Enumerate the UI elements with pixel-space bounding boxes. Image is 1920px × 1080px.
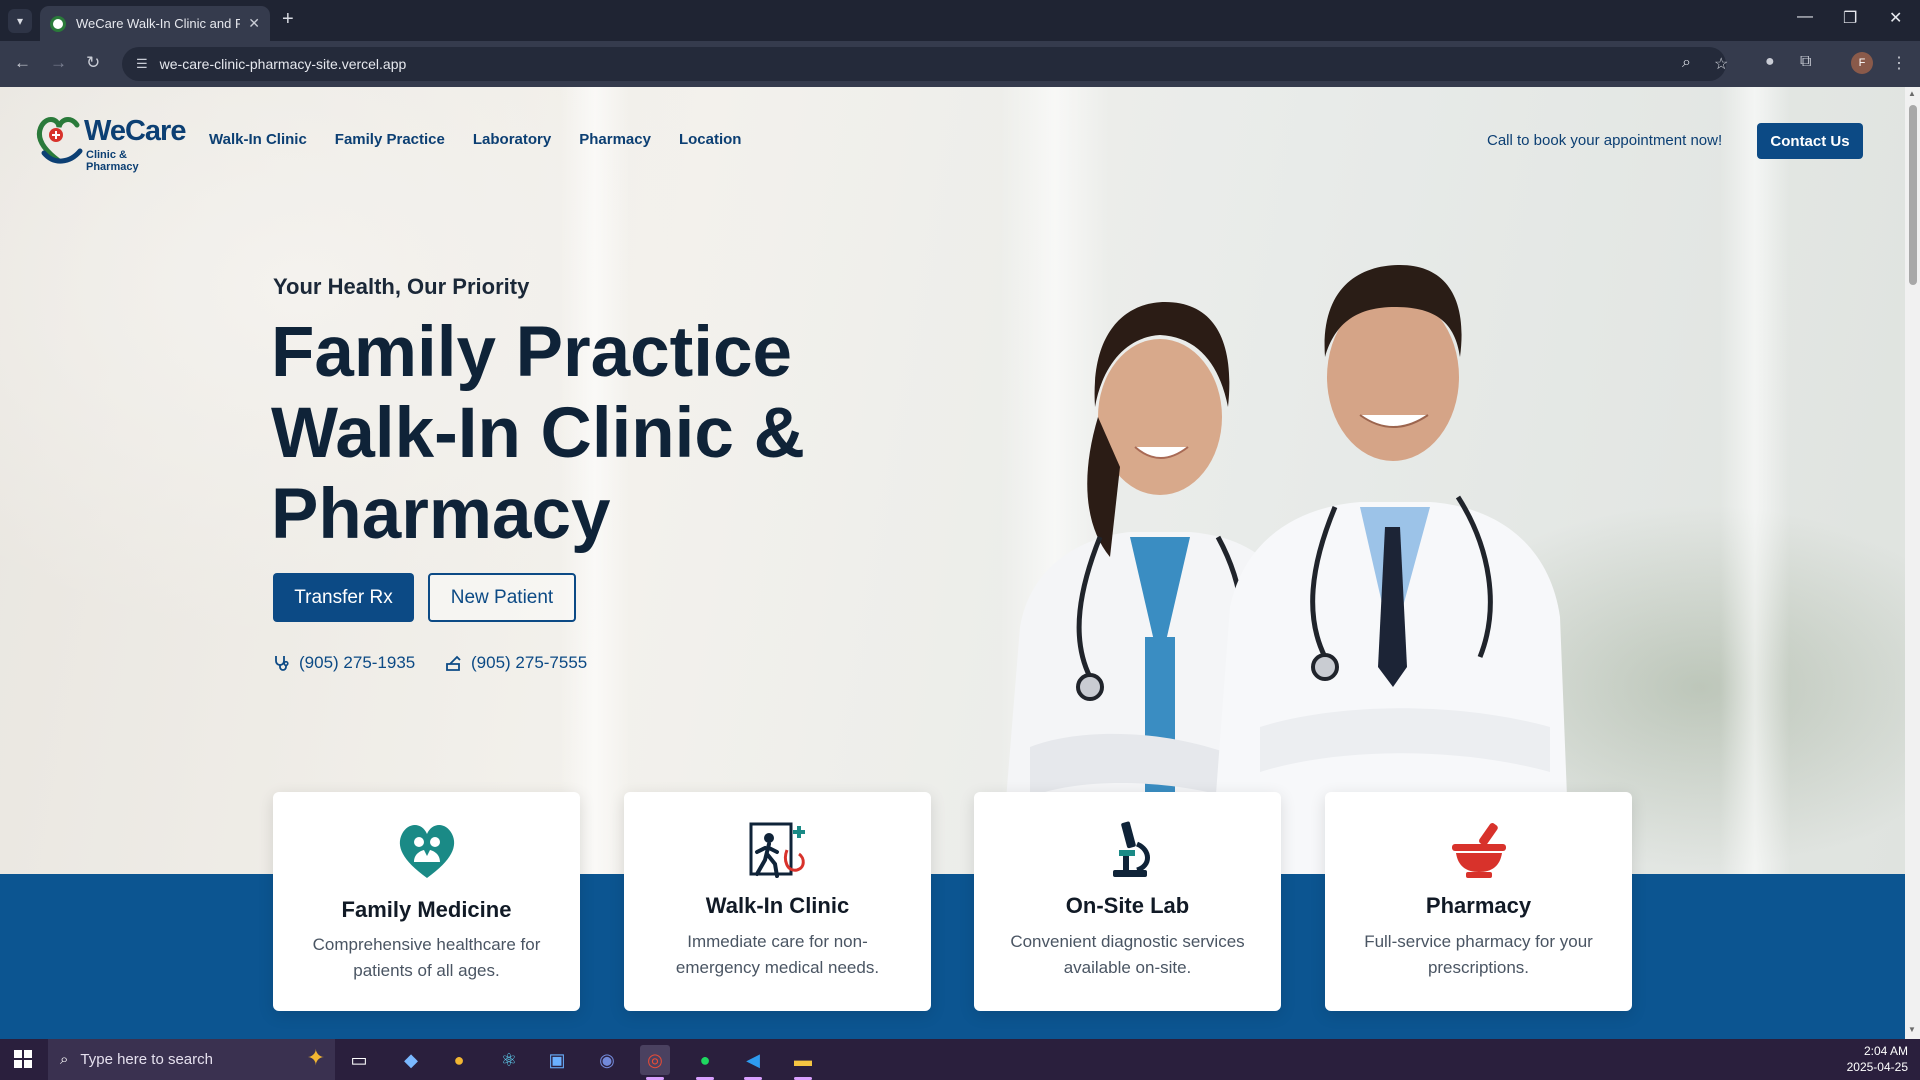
card-title: Walk-In Clinic [705,893,850,918]
restore-icon[interactable]: ❐ [1843,8,1857,28]
search-placeholder: Type here to search [80,1051,213,1068]
headline-line-3: Pharmacy [271,475,611,554]
favicon-icon [50,15,66,32]
card-description: Full-service pharmacy for your prescript… [1364,932,1593,977]
close-window-icon[interactable]: ✕ [1889,8,1902,28]
url-text: we-care-clinic-pharmacy-site.vercel.app [159,56,407,72]
taskbar-search-input[interactable]: ⌕ Type here to search ✦ [48,1039,335,1080]
omnibox[interactable]: ☰ we-care-clinic-pharmacy-site.vercel.ap… [122,47,1728,81]
windows-start-icon[interactable] [14,1050,32,1068]
tab-search-button[interactable]: ▾ [8,9,32,33]
minimize-icon[interactable]: — [1797,8,1813,26]
headline-line-1: Family Practice [271,313,792,392]
logo-tagline: Clinic & Pharmacy [86,149,139,173]
hero-eyebrow: Your Health, Our Priority [273,274,530,299]
search-icon: ⌕ [60,1051,69,1068]
task-view-icon[interactable]: ▭ [344,1045,374,1075]
microscope-icon [1113,821,1150,877]
phone-number: (905) 275-1935 [299,653,416,672]
card-description: Convenient diagnostic services available… [1010,932,1245,977]
vscode-icon[interactable]: ◀ [738,1045,768,1080]
site-info-icon[interactable]: ☰ [136,56,148,72]
booking-callout: Call to book your appointment now! [1487,132,1723,149]
nav-pharmacy[interactable]: Pharmacy [579,131,651,148]
phone-stethoscope-icon [275,656,289,671]
fax-contact[interactable]: (905) 275-7555 [445,653,587,673]
logo-heart-icon [36,117,83,164]
doctors-photo [1000,265,1570,874]
menu-kebab-icon[interactable]: ⋮ [1891,53,1907,73]
site-logo[interactable]: WeCare Clinic & Pharmacy [34,109,186,173]
extensions-puzzle-icon[interactable]: ⧉ [1800,53,1811,71]
page-viewport: WeCare Clinic & Pharmacy Walk-In Clinic … [0,87,1905,1039]
card-description: Immediate care for non-emergency medical… [675,932,880,977]
browser-tab-strip: ▾ WeCare Walk-In Clinic and Pharmacy ✕ +… [0,0,1920,41]
card-title: Family Medicine [341,897,512,922]
back-icon[interactable]: ← [14,53,31,73]
card-description: Comprehensive healthcare for patients of… [312,935,541,980]
phone-contact[interactable]: (905) 275-1935 [273,653,415,673]
transfer-rx-button[interactable]: Transfer Rx [273,573,414,622]
main-nav: Walk-In Clinic Family Practice Laborator… [209,131,741,148]
forward-icon[interactable]: → [50,53,67,73]
service-card-pharmacy[interactable]: Pharmacy Full-service pharmacy for your … [1325,792,1632,1011]
scroll-thumb[interactable] [1909,105,1917,285]
scroll-down-icon[interactable]: ▼ [1908,1025,1916,1034]
new-patient-button[interactable]: New Patient [428,573,576,622]
nav-location[interactable]: Location [679,131,742,148]
clock-date: 2025-04-25 [1846,1060,1908,1074]
contact-us-button[interactable]: Contact Us [1757,123,1863,159]
file-explorer-icon[interactable]: ▬ [788,1045,818,1080]
store-icon[interactable]: ▣ [542,1045,572,1075]
card-title: On-Site Lab [1065,893,1190,918]
card-title: Pharmacy [1425,893,1532,918]
nav-family-practice[interactable]: Family Practice [335,131,445,148]
discord-icon[interactable]: ◉ [592,1045,622,1075]
bookmark-star-icon[interactable]: ☆ [1714,54,1728,74]
reload-icon[interactable]: ↻ [86,53,100,73]
system-clock[interactable]: 2:04 AM 2025-04-25 [1847,1043,1908,1075]
spotify-icon[interactable]: ● [690,1045,720,1080]
app-duck-icon[interactable]: ● [444,1045,474,1075]
new-tab-button[interactable]: + [282,8,294,31]
walk-in-icon [749,822,805,878]
profile-avatar[interactable]: F [1851,52,1873,74]
nav-laboratory[interactable]: Laboratory [473,131,551,148]
extension-icon[interactable]: ● [1765,53,1775,71]
nav-walk-in-clinic[interactable]: Walk-In Clinic [209,131,307,148]
tab-title: WeCare Walk-In Clinic and Pharmacy [76,16,241,31]
tab-close-icon[interactable]: ✕ [248,15,260,32]
logo-name: WeCare [84,115,186,147]
headline-line-2: Walk-In Clinic & [271,394,805,473]
clock-time: 2:04 AM [1863,1044,1908,1058]
hero-headline: Family Practice Walk-In Clinic & Pharmac… [271,312,871,555]
mortar-pestle-icon [1452,823,1506,878]
browser-tab[interactable]: WeCare Walk-In Clinic and Pharmacy ✕ [40,6,270,41]
page-scrollbar[interactable]: ▲ ▼ [1905,87,1920,1039]
service-card-walk-in-clinic[interactable]: Walk-In Clinic Immediate care for non-em… [624,792,931,1011]
os-taskbar: ⌕ Type here to search ✦ ▭ ◆ ● ⚛ ▣ ◉ ◎ ● … [0,1039,1920,1080]
copilot-icon[interactable]: ◆ [396,1045,426,1075]
service-card-on-site-lab[interactable]: On-Site Lab Convenient diagnostic servic… [974,792,1281,1011]
react-app-icon[interactable]: ⚛ [494,1045,524,1075]
search-highlight-icon: ✦ [306,1045,325,1070]
fax-number: (905) 275-7555 [471,653,588,672]
service-card-family-medicine[interactable]: Family Medicine Comprehensive healthcare… [273,792,580,1011]
fax-icon [446,655,461,671]
zoom-icon[interactable]: ⌕ [1682,54,1691,72]
address-bar-row: ← → ↻ ☰ we-care-clinic-pharmacy-site.ver… [0,41,1920,87]
heart-family-icon [399,825,455,878]
chrome-icon[interactable]: ◎ [640,1045,670,1080]
scroll-up-icon[interactable]: ▲ [1908,89,1916,98]
